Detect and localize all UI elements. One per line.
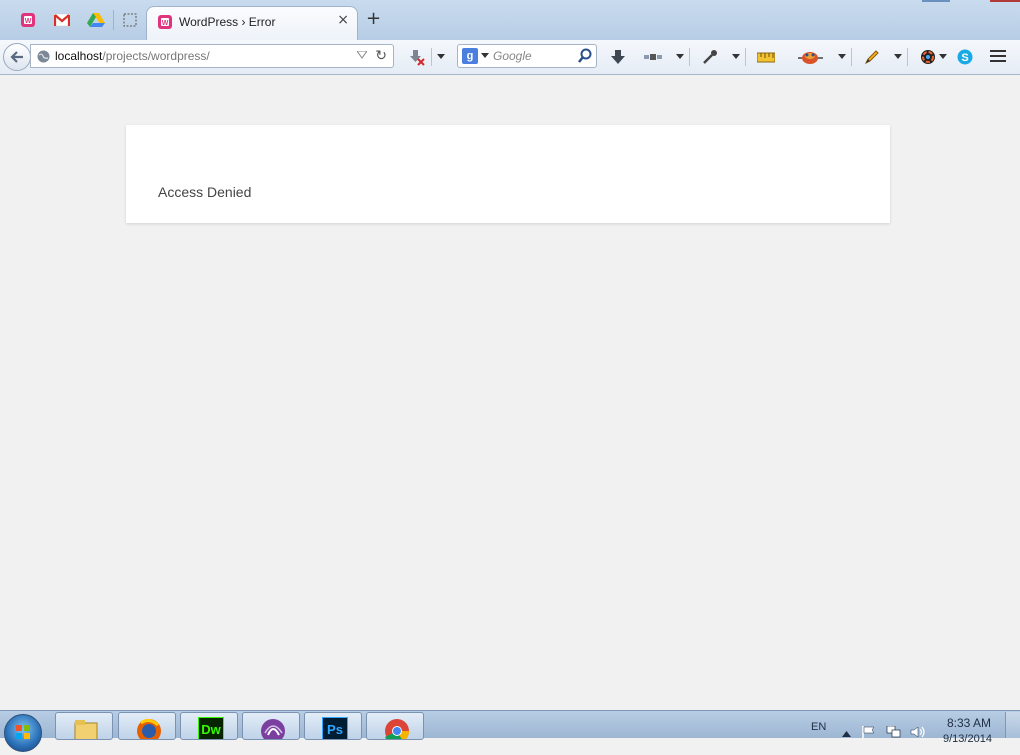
taskbar-chrome[interactable] (366, 712, 424, 740)
pinned-tab-blank[interactable] (116, 8, 144, 32)
firebug-icon[interactable] (796, 48, 824, 66)
toolbar-separator (851, 48, 852, 66)
new-tab-button[interactable]: + (366, 10, 381, 28)
url-text: localhost/projects/wordpress/ (55, 49, 210, 63)
url-host: localhost (55, 49, 103, 63)
wp-error-card: Access Denied (126, 125, 890, 223)
window-close-edge[interactable] (990, 0, 1020, 2)
url-history-dropdown-icon[interactable] (357, 51, 367, 59)
toolbar-separator (745, 48, 746, 66)
pencil-icon[interactable] (862, 48, 882, 66)
reload-icon[interactable]: ↻ (375, 48, 387, 64)
tray-overflow-chevron-icon[interactable] (842, 722, 851, 741)
clock-date[interactable]: 9/13/2014 (943, 733, 992, 745)
clock-time[interactable]: 8:33 AM (947, 716, 991, 730)
start-button[interactable] (4, 714, 42, 752)
tab-strip: W W WordPress › Error × + (0, 0, 1020, 41)
windows-taskbar: Dw Ps EN 8:33 AM 9/13/2014 (0, 710, 1020, 752)
network-icon[interactable] (886, 723, 902, 742)
menu-icon[interactable] (990, 48, 1006, 64)
volume-icon[interactable] (910, 723, 926, 742)
windows-logo-icon (16, 725, 30, 739)
navigation-toolbar: localhost/projects/wordpress/ ↻ g Google (0, 40, 1020, 75)
url-bar[interactable]: localhost/projects/wordpress/ ↻ (30, 44, 394, 68)
action-center-flag-icon[interactable] (862, 723, 876, 742)
error-message: Access Denied (158, 184, 252, 200)
pinned-tab-gmail[interactable] (48, 8, 76, 32)
taskbar-firefox[interactable] (118, 712, 176, 740)
chevron-down-icon[interactable] (939, 54, 947, 59)
chevron-down-icon[interactable] (676, 54, 684, 59)
chevron-down-icon[interactable] (894, 54, 902, 59)
chevron-down-icon[interactable] (838, 54, 846, 59)
toolbar-separator (689, 48, 690, 66)
eyedropper-icon[interactable] (700, 48, 720, 66)
engine-dropdown-icon[interactable] (481, 53, 489, 58)
pinned-tab-wampserver[interactable]: W (14, 8, 42, 32)
language-indicator[interactable]: EN (811, 721, 826, 733)
taskbar-photoshop[interactable]: Ps (304, 712, 362, 740)
back-arrow-icon (10, 51, 23, 63)
skype-icon[interactable]: S (955, 48, 975, 66)
toolbar-separator (431, 48, 432, 66)
taskbar-torrent[interactable] (242, 712, 300, 740)
gmail-icon (54, 13, 70, 27)
svg-text:S: S (961, 52, 968, 64)
blocked-download-icon[interactable] (406, 48, 426, 66)
page-viewport: Access Denied (0, 75, 1020, 710)
search-icon[interactable] (578, 48, 592, 64)
google-engine-icon[interactable]: g (462, 48, 478, 64)
taskbar-windows-explorer[interactable] (55, 712, 113, 740)
wampserver-icon: W (21, 13, 35, 27)
tab-title: WordPress › Error (179, 15, 276, 29)
search-placeholder: Google (493, 49, 532, 63)
chevron-down-icon[interactable] (437, 54, 445, 59)
satellite-icon[interactable] (643, 48, 663, 66)
globe-icon (37, 50, 50, 63)
svg-text:W: W (162, 20, 169, 27)
back-button[interactable] (3, 43, 31, 71)
pinned-tab-google-drive[interactable] (82, 8, 110, 32)
ruler-icon[interactable] (756, 48, 776, 66)
tab-wordpress-error[interactable]: W WordPress › Error × (146, 6, 358, 40)
blank-tab-icon (123, 13, 137, 27)
url-path: /projects/wordpress/ (102, 49, 210, 63)
window-minimize-edge[interactable] (922, 0, 950, 2)
toolbar-separator (907, 48, 908, 66)
taskbar-dreamweaver[interactable]: Dw (180, 712, 238, 740)
tab-separator (113, 10, 114, 30)
show-desktop-button[interactable] (1005, 712, 1020, 738)
chevron-down-icon[interactable] (732, 54, 740, 59)
close-tab-icon[interactable]: × (337, 12, 349, 28)
svg-text:W: W (25, 18, 32, 25)
google-drive-icon (87, 13, 105, 27)
downloads-icon[interactable] (608, 48, 628, 66)
wordpress-error-icon: W (158, 15, 172, 29)
color-wheel-icon[interactable] (918, 48, 938, 66)
search-bar[interactable]: g Google (457, 44, 597, 68)
